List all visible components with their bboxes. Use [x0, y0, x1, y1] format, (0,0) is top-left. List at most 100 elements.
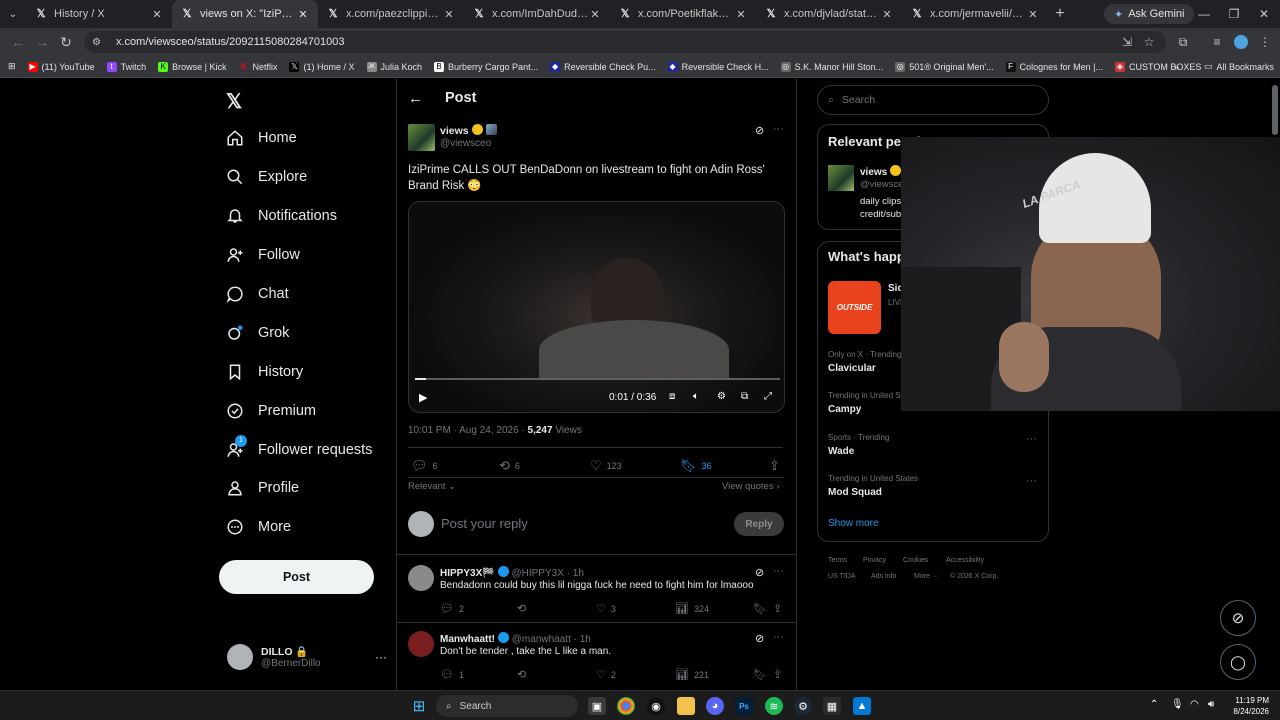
nav-follower-requests[interactable]: 1 Follower requests — [226, 435, 372, 462]
reply-input[interactable]: Post your reply — [441, 516, 528, 531]
share-button[interactable]: ⇪ — [773, 602, 782, 615]
all-bookmarks-button[interactable]: ▭ All Bookmarks — [1198, 61, 1280, 72]
reply-button[interactable]: 💬︎ 2 — [440, 602, 464, 615]
share-button[interactable]: ⇪ — [769, 458, 780, 474]
close-window-button[interactable]: ✕ — [1248, 0, 1280, 28]
task-view-icon[interactable]: ▣ — [588, 697, 606, 715]
page-scrollbar[interactable] — [1272, 85, 1278, 135]
bookmark-item[interactable]: K Browse | Kick — [152, 61, 232, 72]
extensions-icon[interactable]: ⧉ — [1174, 33, 1192, 51]
avatar[interactable] — [408, 565, 434, 591]
browser-tab[interactable]: 𝕏x.com/paezclipping/status/2✕ — [318, 0, 464, 28]
profile-avatar-icon[interactable] — [1232, 33, 1250, 51]
post-author[interactable]: views — [440, 124, 497, 137]
footer-link[interactable]: Accessibility — [946, 557, 984, 564]
relevant-person-name[interactable]: views — [860, 165, 902, 178]
show-more-link[interactable]: Show more — [828, 518, 879, 529]
avatar[interactable] — [828, 165, 854, 191]
footer-link[interactable]: Privacy — [863, 557, 886, 564]
close-tab-icon[interactable]: ✕ — [588, 8, 602, 21]
grok-floating-icon[interactable]: ⊘ — [1220, 600, 1256, 636]
footer-link[interactable]: US TIDA — [828, 573, 856, 580]
reply-button[interactable]: 💬︎ 6 — [411, 458, 438, 474]
play-icon[interactable]: ▶ — [419, 391, 427, 404]
nav-more[interactable]: More — [226, 515, 291, 539]
bookmark-item[interactable]: ◎ S.K. Manor Hill Ston... — [775, 61, 890, 72]
bookmark-item[interactable]: ▶ (11) YouTube — [22, 61, 101, 72]
bookmark-item[interactable]: B Burberry Cargo Pant... — [428, 61, 544, 72]
repost-button[interactable]: ⟲ — [517, 602, 526, 615]
grok-explain-icon[interactable]: ⊘ — [755, 124, 764, 137]
app-icon[interactable]: ▦ — [823, 697, 841, 715]
avatar[interactable] — [408, 631, 434, 657]
bookmark-button[interactable]: 🔖︎ 36 — [680, 458, 712, 474]
bookmark-button[interactable]: 🔖︎ — [753, 602, 767, 615]
tab-search-button[interactable]: ⌄ — [0, 0, 26, 28]
video-player[interactable]: ▶ 0:01 / 0:36 ⧈ 🔈︎ ⚙ ⧉ ⤢ — [408, 201, 785, 413]
reply-submit-button[interactable]: Reply — [734, 512, 784, 536]
nav-grok[interactable]: Grok — [226, 321, 289, 345]
grok-explain-icon[interactable]: ⊘ — [755, 566, 764, 579]
more-dots-icon[interactable]: ··· — [773, 631, 784, 643]
trend-item[interactable]: Trending in United States Mod Squad — [828, 474, 918, 498]
volume-icon[interactable]: 🔈︎ — [693, 391, 699, 402]
bookmarks-overflow-icon[interactable]: » — [1168, 62, 1185, 72]
microphone-icon[interactable]: 🎙︎ — [1171, 699, 1184, 710]
ask-gemini-button[interactable]: ✦ Ask Gemini — [1104, 4, 1195, 24]
live-event-thumbnail[interactable]: OUTSIDE — [828, 281, 881, 334]
bookmark-item[interactable]: t Twitch — [101, 61, 153, 72]
browser-tab[interactable]: 𝕏x.com/Poetikflakko/status/2✕ — [610, 0, 756, 28]
nav-explore[interactable]: Explore — [226, 165, 307, 189]
close-tab-icon[interactable]: ✕ — [734, 8, 748, 21]
back-arrow-icon[interactable]: ← — [6, 34, 30, 50]
views-button[interactable]: 📊︎ 324 — [675, 602, 709, 615]
browser-tab-active[interactable]: 𝕏views on X: "IziPrime CALLS OUT✕ — [172, 0, 318, 28]
nav-home[interactable]: Home — [226, 126, 297, 150]
browser-tab[interactable]: 𝕏 History / X ✕ — [26, 0, 172, 28]
nav-follow[interactable]: Follow — [226, 243, 300, 267]
windows-start-icon[interactable]: ⊞ — [410, 697, 428, 715]
like-button[interactable]: ♡ 2 — [596, 668, 616, 681]
app-icon[interactable]: ◉ — [647, 697, 665, 715]
footer-link[interactable]: Terms — [828, 557, 847, 564]
bookmark-item[interactable]: ◆ Reversible Check Pu... — [544, 61, 662, 72]
close-tab-icon[interactable]: ✕ — [1026, 8, 1040, 21]
bookmark-item[interactable]: N Netflix — [232, 62, 283, 72]
share-button[interactable]: ⇪ — [773, 668, 782, 681]
photos-icon[interactable]: ▲ — [853, 697, 871, 715]
nav-profile[interactable]: Profile — [226, 476, 299, 500]
minimize-window-button[interactable]: — — [1188, 0, 1220, 28]
trend-item[interactable]: Sports · Trending Wade — [828, 433, 889, 457]
back-arrow-icon[interactable]: ← — [408, 90, 423, 107]
more-dots-icon[interactable]: ··· — [773, 565, 784, 577]
nav-premium[interactable]: Premium — [226, 399, 316, 423]
post-handle[interactable]: @viewsceo — [440, 138, 491, 149]
chat-floating-icon[interactable]: ◯ — [1220, 644, 1256, 680]
close-tab-icon[interactable]: ✕ — [296, 8, 310, 21]
nav-history[interactable]: History — [226, 360, 303, 384]
avatar[interactable] — [408, 124, 435, 151]
volume-icon[interactable]: 🔊︎ — [1208, 699, 1214, 710]
search-input[interactable]: ⌕ Search — [817, 85, 1049, 115]
photoshop-icon[interactable]: Ps — [735, 697, 753, 715]
bookmark-item[interactable]: ◎ 501® Original Men'... — [889, 61, 999, 72]
bookmark-item[interactable]: F Colognes for Men |... — [1000, 61, 1109, 72]
more-dots-icon[interactable]: ··· — [375, 650, 387, 664]
compose-post-button[interactable]: Post — [219, 560, 374, 594]
install-app-icon[interactable]: ⇲ — [1118, 33, 1136, 51]
view-quotes-link[interactable]: View quotes › — [722, 481, 779, 492]
footer-link[interactable]: Ads info — [871, 573, 896, 580]
close-tab-icon[interactable]: ✕ — [442, 8, 456, 21]
steam-icon[interactable]: ⚙ — [794, 697, 812, 715]
browser-tab[interactable]: 𝕏x.com/jermavelii/status/209✕ — [902, 0, 1048, 28]
more-dots-icon[interactable]: ··· — [773, 123, 784, 135]
browser-tab[interactable]: 𝕏x.com/ImDahDude_23/statu✕ — [464, 0, 610, 28]
bookmark-item[interactable]: 𝕏 (1) Home / X — [283, 61, 360, 72]
fullscreen-icon[interactable]: ⤢ — [764, 391, 772, 402]
nav-chat[interactable]: Chat — [226, 282, 289, 306]
close-tab-icon[interactable]: ✕ — [150, 8, 164, 21]
x-logo[interactable]: 𝕏 — [226, 89, 242, 114]
more-dots-icon[interactable]: ··· — [1026, 433, 1037, 445]
apps-grid-icon[interactable]: ⊞ — [0, 61, 22, 72]
reply-author[interactable]: HIPPY3X🏁 @HIPPY3X · 1h — [440, 566, 584, 579]
